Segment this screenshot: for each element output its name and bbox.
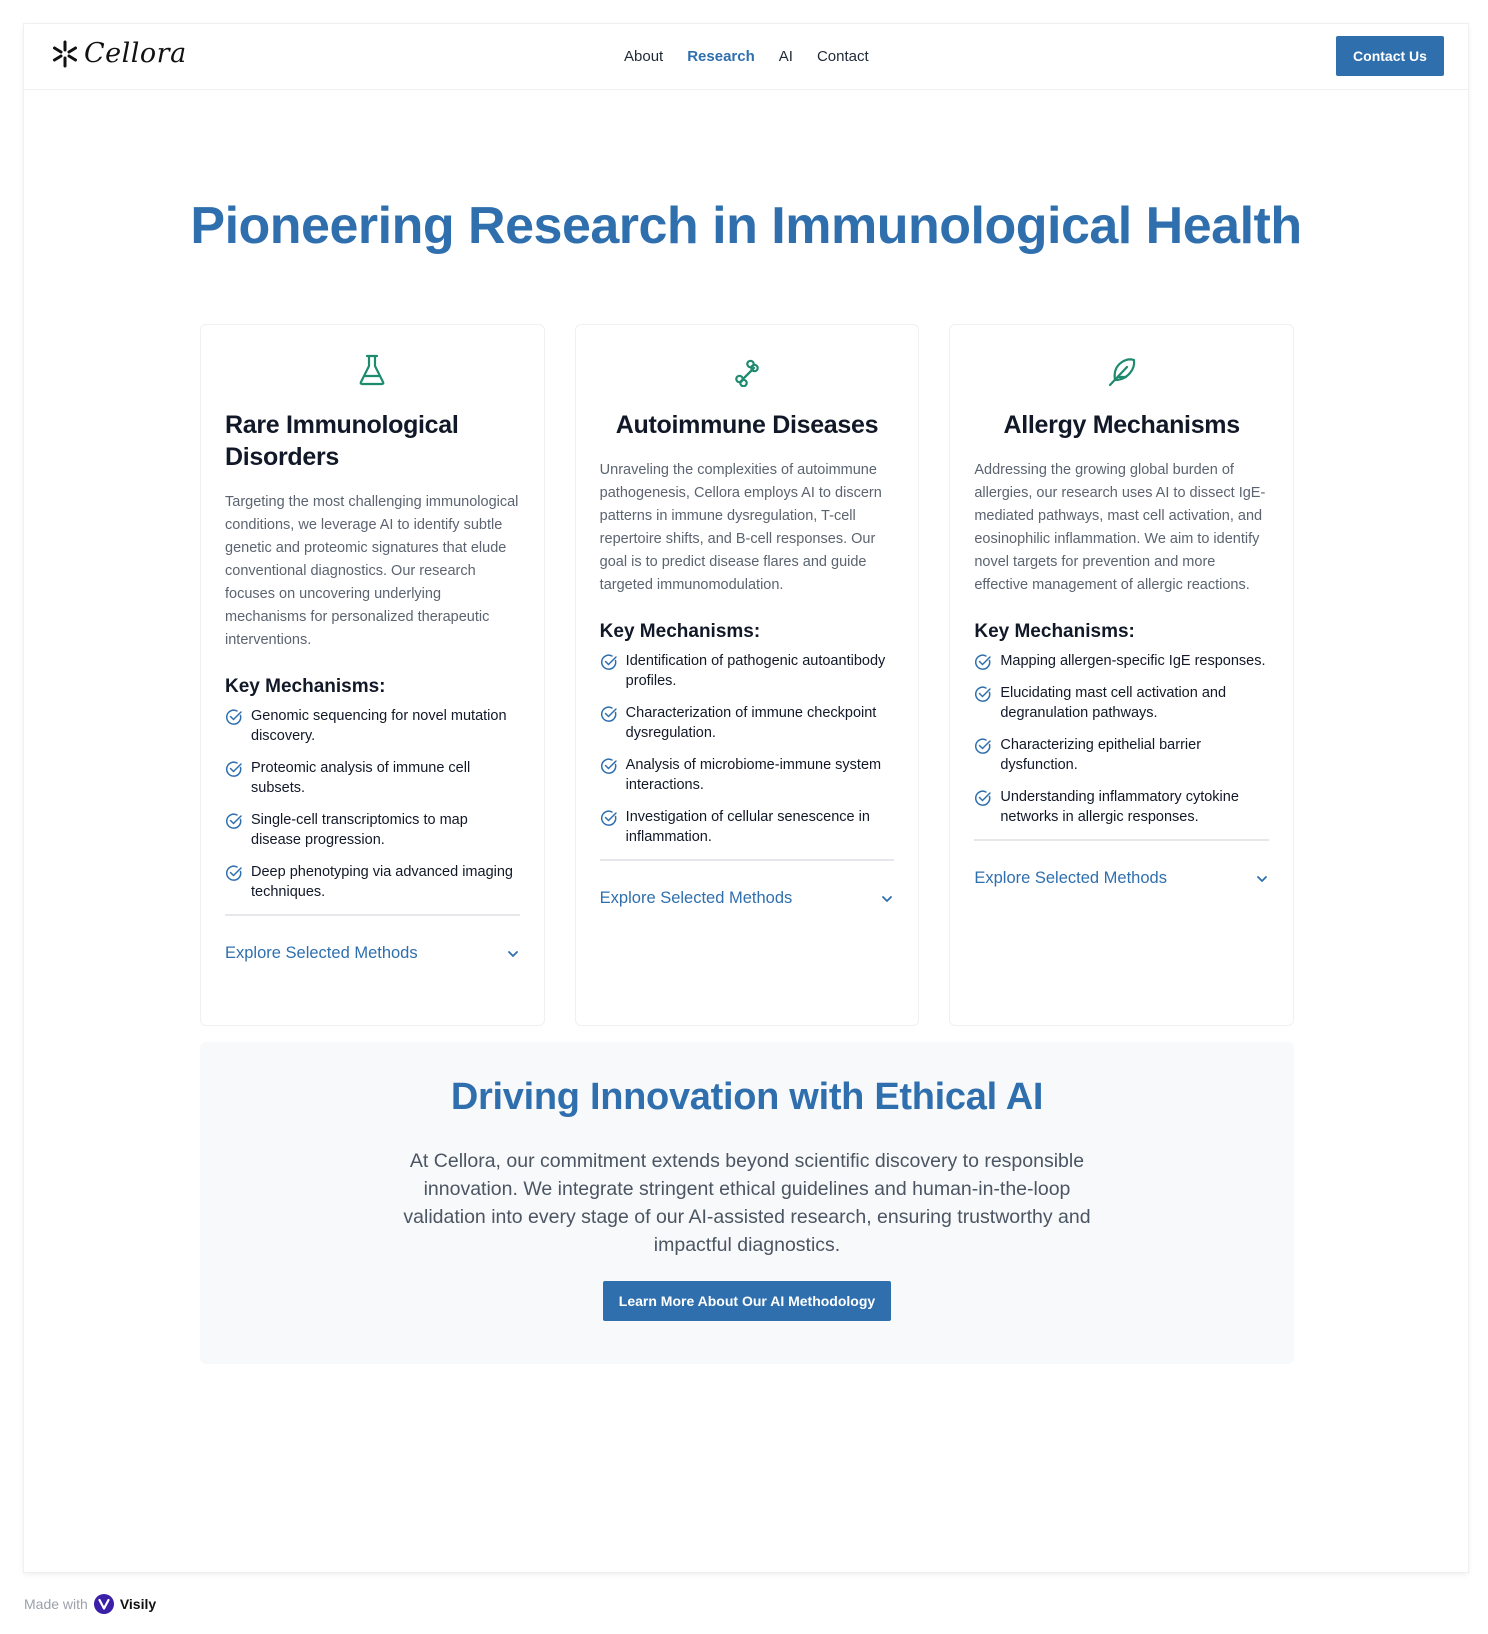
card-description: Addressing the growing global burden of … [974,462,1266,593]
visily-logo-icon [93,1594,114,1614]
learn-more-ai-button[interactable]: Learn More About Our AI Methodology [602,1281,892,1321]
ethical-ai-section: Driving Innovation with Ethical AI At Ce… [200,1042,1294,1364]
research-cards: Rare Immunological Disorders Targeting t… [200,324,1295,1026]
explore-label: Explore Selected Methods [599,889,793,907]
ethics-title: Driving Innovation with Ethical AI [450,1076,1044,1118]
chevron-down-icon [882,895,893,902]
chevron-down-icon [1257,875,1267,882]
chevron-down-icon [507,950,518,957]
research-card-rare-disorders: Rare Immunological Disorders Targeting t… [200,324,545,1026]
key-mechanisms-heading: Key Mechanisms: [225,676,386,697]
mechanism-text: Mapping allergen-specific IgE responses. [1000,653,1266,669]
explore-methods-toggle[interactable]: Explore Selected Methods [600,889,895,908]
feather-icon [1108,358,1135,387]
mechanism-list: Identification of pathogenic autoantibod… [600,651,895,847]
research-card-autoimmune: Autoimmune Diseases Unraveling the compl… [574,324,920,1026]
asterisk-flower-icon [53,40,77,67]
list-item: Analysis of microbiome-immune system int… [600,755,895,795]
check-circle-icon [600,654,617,670]
list-item: Proteomic analysis of immune cell subset… [225,758,520,798]
visily-brand: Visily [119,1596,157,1612]
card-title: Allergy Mechanisms [1003,411,1240,439]
list-item: Identification of pathogenic autoantibod… [600,651,895,691]
check-circle-icon [975,790,992,806]
explore-label: Explore Selected Methods [974,869,1167,887]
list-item: Single-cell transcriptomics to map disea… [225,810,520,850]
mechanism-list: Genomic sequencing for novel mutation di… [225,706,520,902]
check-circle-icon [225,761,242,777]
key-mechanisms-heading: Key Mechanisms: [599,621,761,642]
check-circle-icon [975,654,992,670]
divider [974,839,1270,841]
page-title: Pioneering Research in Immunological Hea… [190,197,1302,255]
list-item: Characterizing epithelial barrier dysfun… [974,735,1269,775]
mechanism-text: Characterization of immune checkpoint dy… [625,705,877,741]
ethics-text: At Cellora, our commitment extends beyon… [403,1150,1091,1256]
list-item: Mapping allergen-specific IgE responses. [974,651,1269,671]
divider [599,859,895,861]
list-item: Elucidating mast cell activation and deg… [974,683,1269,723]
card-description: Unraveling the complexities of autoimmun… [599,462,882,593]
explore-methods-toggle[interactable]: Explore Selected Methods [225,944,520,963]
list-item: Understanding inflammatory cytokine netw… [974,787,1269,827]
made-with-label: Made with [24,1596,88,1612]
check-circle-icon [600,758,617,774]
nav-about[interactable]: About [624,48,663,65]
list-item: Characterization of immune checkpoint dy… [600,703,895,743]
divider [225,914,520,916]
page-frame: Cellora About Research AI Contact Contac… [24,24,1468,1572]
mechanism-text: Single-cell transcriptomics to map disea… [251,812,468,848]
main-nav: About Research AI Contact [624,48,869,65]
explore-methods-toggle[interactable]: Explore Selected Methods [974,869,1269,888]
logo[interactable]: Cellora [50,38,187,69]
mechanism-text: Deep phenotyping via advanced imaging te… [251,864,513,900]
nav-research[interactable]: Research [687,48,755,65]
site-header: Cellora About Research AI Contact Contac… [24,24,1468,90]
nav-ai[interactable]: AI [779,48,793,65]
check-circle-icon [225,709,242,725]
brand-name: Cellora [84,38,187,69]
check-circle-icon [975,738,992,754]
list-item: Genomic sequencing for novel mutation di… [225,706,520,746]
explore-label: Explore Selected Methods [225,944,418,962]
flask-icon [359,354,385,386]
mechanism-text: Proteomic analysis of immune cell subset… [251,760,471,796]
key-mechanisms-heading: Key Mechanisms: [974,621,1135,642]
mechanism-text: Analysis of microbiome-immune system int… [625,757,882,793]
mechanism-text: Understanding inflammatory cytokine netw… [1000,789,1239,825]
mechanism-text: Genomic sequencing for novel mutation di… [251,708,507,744]
research-card-allergy: Allergy Mechanisms Addressing the growin… [949,324,1295,1026]
card-title: Autoimmune Diseases [615,411,879,439]
made-with-badge[interactable]: Made with Visily [24,1594,156,1614]
bone-icon [735,359,759,387]
card-description: Targeting the most challenging immunolog… [225,494,519,648]
check-circle-icon [600,706,617,722]
list-item: Investigation of cellular senescence in … [600,807,895,847]
check-circle-icon [975,686,992,702]
list-item: Deep phenotyping via advanced imaging te… [225,862,520,902]
mechanism-list: Mapping allergen-specific IgE responses.… [974,651,1269,827]
check-circle-icon [225,865,242,881]
card-title: Rare Immunological Disorders [225,411,459,471]
mechanism-text: Elucidating mast cell activation and deg… [1000,685,1227,721]
check-circle-icon [225,813,242,829]
mechanism-text: Identification of pathogenic autoantibod… [625,653,886,689]
mechanism-text: Characterizing epithelial barrier dysfun… [1000,737,1202,773]
contact-us-button[interactable]: Contact Us [1336,36,1444,76]
mechanism-text: Investigation of cellular senescence in … [625,809,870,845]
nav-contact[interactable]: Contact [817,48,869,65]
check-circle-icon [600,810,617,826]
